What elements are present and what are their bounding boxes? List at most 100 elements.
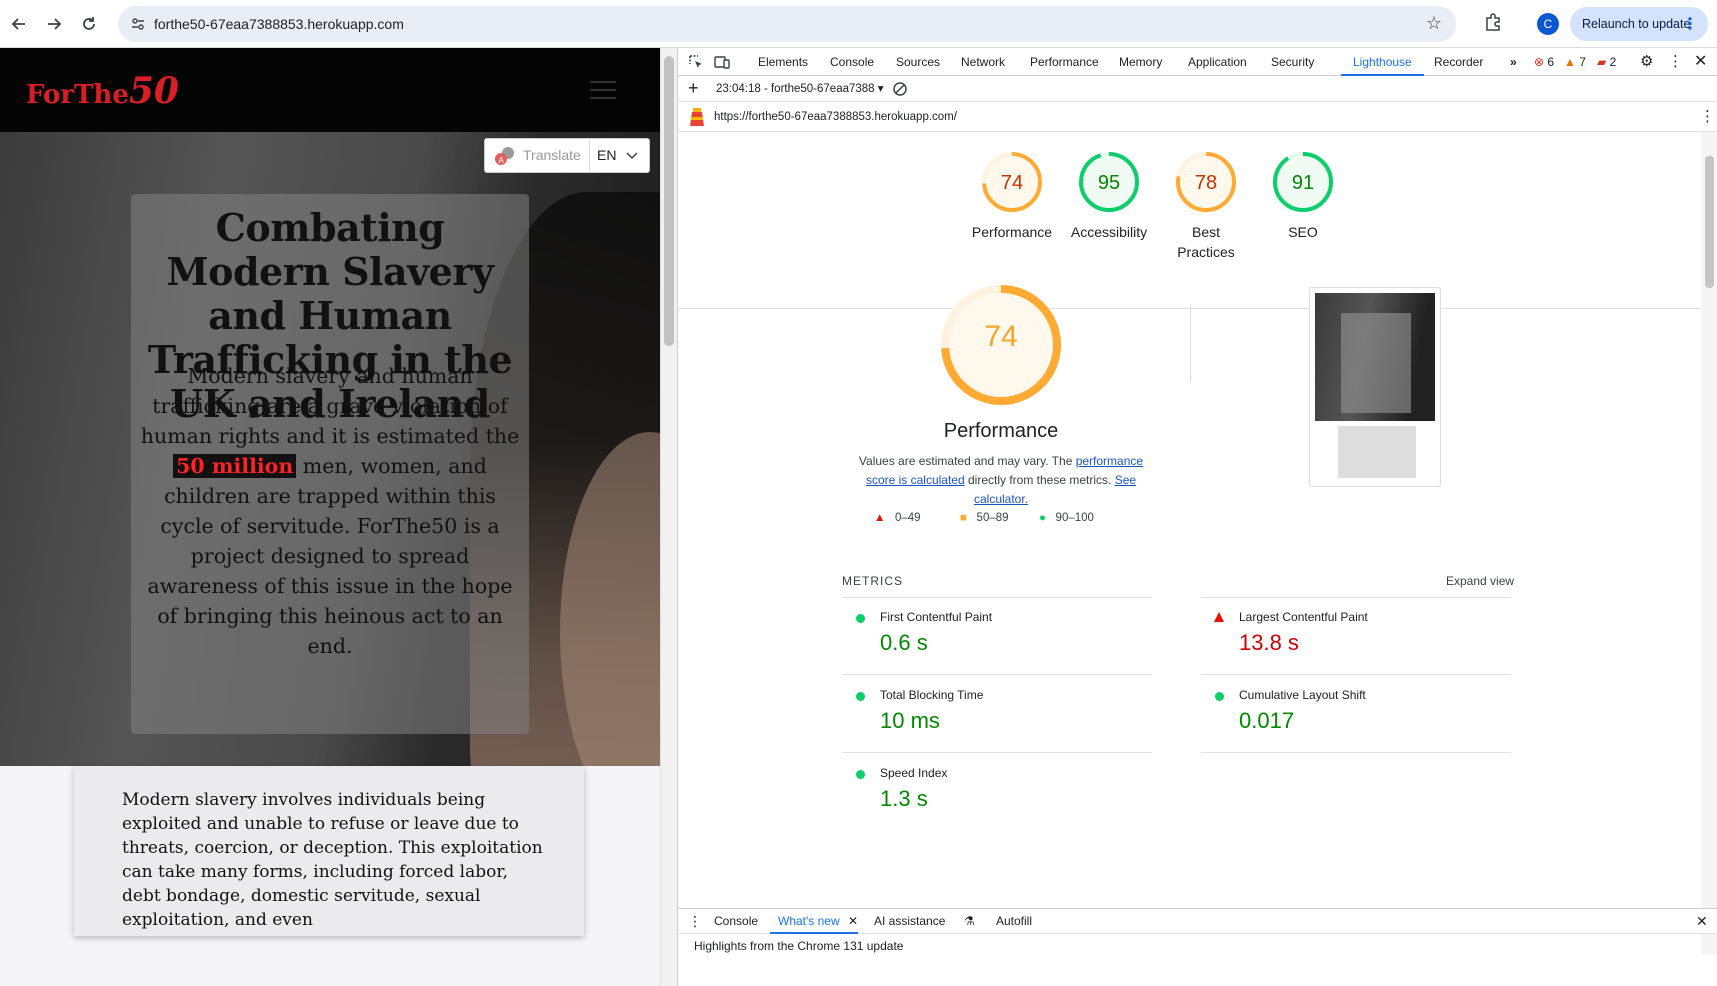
tab-elements[interactable]: Elements xyxy=(758,48,808,76)
clear-reports-icon[interactable] xyxy=(892,81,908,97)
tab-lighthouse[interactable]: Lighthouse xyxy=(1341,48,1424,76)
highlight-50-million: 50 million xyxy=(173,454,297,478)
issues-count[interactable]: ▰ 2 xyxy=(1597,48,1616,76)
new-report-plus-icon[interactable]: + xyxy=(688,76,699,100)
drawer-tab-autofill[interactable]: Autofill xyxy=(996,909,1032,934)
site-settings-icon[interactable] xyxy=(130,16,146,32)
report-menu-icon[interactable]: ⋮ xyxy=(1700,102,1715,132)
tab-recorder[interactable]: Recorder xyxy=(1434,48,1483,76)
more-tabs-chevron-icon[interactable]: » xyxy=(1510,48,1517,76)
translate-divider xyxy=(589,139,590,172)
extensions-icon[interactable] xyxy=(1483,12,1503,32)
lighthouse-logo-icon xyxy=(690,108,704,126)
metrics-divider xyxy=(1201,597,1511,598)
score-value: 95 xyxy=(1097,172,1121,194)
close-drawer-icon[interactable]: ✕ xyxy=(1696,909,1708,934)
score-label: Accessibility xyxy=(1070,224,1148,240)
warning-icon: ▲ xyxy=(1564,55,1576,69)
forward-arrow-icon xyxy=(48,18,62,30)
expand-view-button[interactable]: Expand view xyxy=(1446,574,1514,588)
thumbnail-content xyxy=(1338,426,1416,478)
report-url[interactable]: https://forthe50-67eaa7388853.herokuapp.… xyxy=(714,102,957,132)
forward-button[interactable] xyxy=(40,10,68,38)
drawer-tab-bar: ⋮ Console What's new ✕ AI assistance ⚗ A… xyxy=(678,908,1717,934)
more-menu-icon[interactable]: ⋮ xyxy=(1682,14,1698,34)
reload-button[interactable] xyxy=(75,10,103,38)
tab-performance[interactable]: Performance xyxy=(1030,48,1099,76)
metric-cumulative-layout-shift: Cumulative Layout Shift 0.017 xyxy=(1201,680,1541,750)
translate-widget[interactable]: A Translate EN xyxy=(484,138,650,173)
score-value: 74 xyxy=(1000,172,1024,194)
drawer-tab-ai-assistance[interactable]: AI assistance xyxy=(874,909,945,934)
issues-icon: ▰ xyxy=(1597,55,1607,69)
fail-triangle-icon: ▲ xyxy=(874,512,886,524)
devtools-menu-icon[interactable]: ⋮ xyxy=(1668,48,1683,76)
vertical-divider xyxy=(1190,304,1191,382)
settings-gear-icon[interactable]: ⚙ xyxy=(1640,48,1653,76)
url-text[interactable]: forthe50-67eaa7388853.herokuapp.com xyxy=(154,6,404,42)
relaunch-button[interactable]: Relaunch to update ⋮ xyxy=(1570,7,1708,41)
device-toolbar-icon[interactable] xyxy=(714,54,730,70)
relaunch-label: Relaunch to update xyxy=(1582,17,1691,31)
tab-network[interactable]: Network xyxy=(961,48,1005,76)
legend-fail: ▲ 0–49 xyxy=(874,512,921,524)
lighthouse-report: 74 Performance 95 Accessibility 78 Best … xyxy=(678,132,1701,955)
pass-circle-icon xyxy=(856,692,865,701)
score-gauge-seo[interactable]: 91 SEO xyxy=(1255,150,1351,242)
hamburger-menu-icon[interactable] xyxy=(590,81,616,99)
score-value: 78 xyxy=(1194,172,1218,194)
metrics-heading: METRICS xyxy=(842,574,903,588)
page-scrollbar-thumb[interactable] xyxy=(664,56,674,346)
pass-circle-icon xyxy=(856,614,865,623)
lighthouse-url-bar: https://forthe50-67eaa7388853.herokuapp.… xyxy=(678,102,1717,132)
metrics-divider xyxy=(1201,674,1511,675)
score-gauge-best-practices[interactable]: 78 Best Practices xyxy=(1158,150,1254,262)
chevron-down-icon[interactable] xyxy=(625,148,639,162)
tab-memory[interactable]: Memory xyxy=(1119,48,1162,76)
score-gauge-performance[interactable]: 74 Performance xyxy=(964,150,1060,242)
metric-first-contentful-paint: First Contentful Paint 0.6 s xyxy=(842,602,1182,672)
metrics-divider xyxy=(1201,752,1511,753)
score-gauge-accessibility[interactable]: 95 Accessibility xyxy=(1061,150,1157,242)
metrics-divider xyxy=(842,597,1152,598)
address-bar[interactable]: forthe50-67eaa7388853.herokuapp.com ☆ xyxy=(118,6,1456,42)
page-scrollbar[interactable] xyxy=(660,48,677,986)
hero-text: Modern slavery and human trafficking are… xyxy=(140,364,520,658)
inspect-element-icon[interactable] xyxy=(688,54,704,70)
close-devtools-icon[interactable]: ✕ xyxy=(1694,48,1707,76)
performance-description: Values are estimated and may vary. The p… xyxy=(858,454,1144,506)
metric-total-blocking-time: Total Blocking Time 10 ms xyxy=(842,680,1182,750)
tab-console[interactable]: Console xyxy=(830,48,874,76)
profile-avatar[interactable]: C xyxy=(1537,13,1559,35)
metric-speed-index: Speed Index 1.3 s xyxy=(842,758,1182,828)
language-select[interactable]: EN xyxy=(597,139,616,172)
score-value: 91 xyxy=(1291,172,1315,194)
average-square-icon: ■ xyxy=(960,512,967,524)
drawer-menu-icon[interactable]: ⋮ xyxy=(688,909,702,934)
tab-application[interactable]: Application xyxy=(1188,48,1247,76)
error-count[interactable]: ⊗ 6 xyxy=(1534,48,1554,76)
whats-new-highlight: Highlights from the Chrome 131 update xyxy=(694,939,904,953)
drawer-tab-console[interactable]: Console xyxy=(714,909,758,934)
report-scrollbar-thumb[interactable] xyxy=(1705,156,1714,288)
close-tab-icon[interactable]: ✕ xyxy=(848,909,858,934)
performance-title: Performance xyxy=(943,420,1059,442)
report-scrollbar[interactable] xyxy=(1701,132,1717,955)
tab-security[interactable]: Security xyxy=(1271,48,1314,76)
score-label: Performance xyxy=(971,224,1053,240)
webpage-viewport: ForThe50 A Translate EN Combating Modern… xyxy=(0,48,660,986)
flask-icon: ⚗ xyxy=(964,914,975,928)
warning-count[interactable]: ▲ 7 xyxy=(1564,48,1586,76)
tab-sources[interactable]: Sources xyxy=(896,48,940,76)
bookmark-star-icon[interactable]: ☆ xyxy=(1426,13,1442,34)
final-screenshot-thumbnail[interactable] xyxy=(1309,287,1441,487)
drawer-tab-whats-new[interactable]: What's new xyxy=(770,909,858,934)
lighthouse-toolbar: + 23:04:18 - forthe50-67eaa7388 ▾ xyxy=(678,76,1717,102)
reload-icon xyxy=(83,17,95,30)
thumbnail-card xyxy=(1341,313,1411,413)
site-logo[interactable]: ForThe50 xyxy=(26,70,179,112)
report-select[interactable]: 23:04:18 - forthe50-67eaa7388 ▾ xyxy=(716,76,884,102)
back-button[interactable] xyxy=(5,10,33,38)
performance-score-large: 74 xyxy=(984,320,1018,353)
back-arrow-icon xyxy=(11,18,25,30)
